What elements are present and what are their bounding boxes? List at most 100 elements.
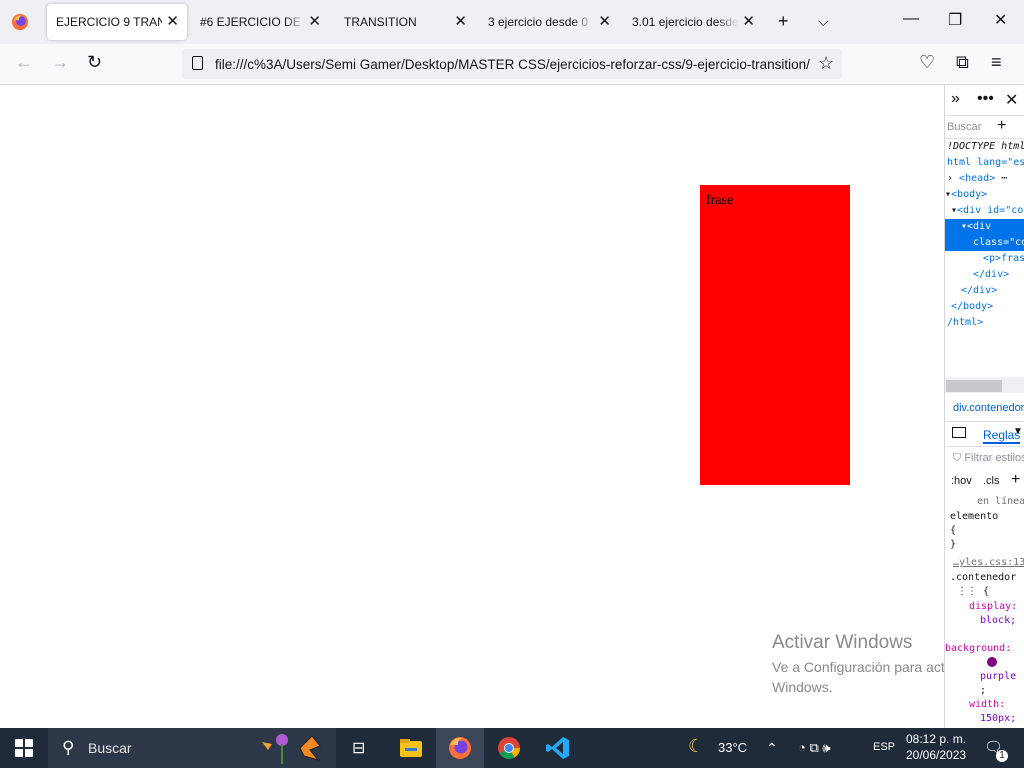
code-line[interactable]: <p>frase [945, 251, 1024, 267]
close-icon[interactable]: ✕ [308, 14, 321, 29]
close-icon[interactable]: ✕ [598, 14, 611, 29]
more-tools-chevron-icon[interactable]: » [951, 90, 960, 108]
windows-taskbar: ⚲ Buscar ⊟ ☾ 33°C ⌃ ◔ ⧉ 🕪 ESP 08:12 p. m… [0, 728, 1024, 768]
add-node-plus-icon[interactable]: + [997, 117, 1006, 135]
firefox-taskbar-icon[interactable] [446, 734, 474, 762]
code-line[interactable]: /html> [945, 315, 1024, 331]
tab-strip: EJERCICIO 9 TRANSITION ✕ #6 EJERCICIO DE… [0, 0, 1024, 44]
tab-label: EJERCICIO 9 TRANSITION [56, 15, 162, 29]
value-width[interactable]: 150px; [980, 712, 1016, 726]
cls-button[interactable]: .cls [983, 475, 1000, 487]
semicolon: ; [980, 685, 987, 696]
temperature[interactable]: 33°C [718, 740, 747, 755]
filter-styles-input[interactable]: ⛉ Filtrar estilos [953, 452, 1024, 465]
breadcrumb[interactable]: div.contenedor [953, 402, 1024, 414]
scrollbar-thumb[interactable] [946, 380, 1002, 392]
selected-node-class[interactable]: class="co [945, 235, 1024, 251]
add-rule-plus-icon[interactable]: + [1011, 471, 1020, 489]
search-label: Buscar [88, 740, 132, 756]
clock[interactable]: 08:12 p. m. 20/06/2023 [906, 731, 966, 763]
extensions-icon[interactable]: ⧉ [956, 53, 969, 71]
bookmark-star-icon[interactable]: ☆ [818, 53, 834, 74]
search-icon: ⚲ [62, 738, 75, 757]
close-devtools-icon[interactable]: ✕ [1005, 90, 1018, 110]
time: 08:12 p. m. [906, 732, 967, 746]
toggle-sidebar-icon[interactable] [952, 427, 966, 438]
tray-chevron-icon[interactable]: ⌃ [766, 740, 778, 757]
tab-ejercicio-3-01[interactable]: 3.01 ejercicio desde 0 ✕ [623, 4, 763, 40]
color-swatch-icon[interactable] [979, 656, 997, 670]
element-selector: elemento [950, 511, 999, 522]
hov-button[interactable]: :hov [951, 475, 972, 487]
code-line[interactable]: html lang="es" [945, 155, 1024, 171]
restore-icon[interactable]: ❐ [948, 10, 962, 30]
page-viewport: frase Activar Windows Ve a Configuración… [0, 85, 967, 728]
prop-background[interactable]: background: [945, 642, 1011, 656]
tab-list-chevron-icon[interactable]: ⌵ [818, 12, 829, 30]
vscode-icon[interactable] [544, 734, 572, 762]
code-line[interactable]: !DOCTYPE html [945, 139, 1024, 155]
task-view-icon[interactable]: ⊟ [352, 738, 365, 758]
more-options-icon[interactable]: ••• [977, 90, 994, 108]
tab-label: TRANSITION [344, 15, 417, 29]
menu-icon[interactable]: ≡ [991, 53, 1002, 71]
minimize-icon[interactable]: — [903, 10, 919, 28]
box-text: frase [706, 193, 734, 208]
code-line[interactable]: ▾<body> [945, 187, 1024, 203]
stylesheet-link[interactable]: …yles.css:13 [953, 556, 1024, 570]
activation-subtitle: Ve a Configuración para activar Windows. [772, 659, 968, 695]
code-line[interactable]: › <head> ⋯ [945, 171, 1024, 187]
url-text[interactable]: file:///c%3A/Users/Semi Gamer/Desktop/MA… [215, 57, 810, 72]
inline-label: en línea [977, 496, 1024, 507]
brace-open: { [950, 525, 957, 536]
address-bar[interactable]: file:///c%3A/Users/Semi Gamer/Desktop/MA… [182, 49, 842, 79]
search-placeholder: Buscar [947, 121, 982, 133]
language-indicator[interactable]: ESP [873, 741, 895, 753]
rules-tabbar: Reglas ▼ [945, 421, 1024, 447]
new-tab-plus-icon[interactable]: + [778, 12, 789, 30]
prop-width[interactable]: width: [969, 698, 1005, 712]
system-tray-icons[interactable]: ◔ ⧉ 🕪 [798, 740, 831, 756]
forward-arrow-icon[interactable]: → [51, 53, 69, 71]
close-icon[interactable]: ✕ [454, 14, 467, 29]
value-background[interactable]: purple [980, 670, 1016, 684]
value-display[interactable]: block; [980, 614, 1016, 628]
horizontal-scrollbar[interactable] [945, 377, 1024, 393]
html-search[interactable]: Buscar + [945, 115, 1024, 139]
devtools-toolbar: » ••• ✕ [945, 85, 1024, 113]
code-line[interactable]: </div> [945, 283, 1024, 299]
markup-view[interactable]: !DOCTYPE html html lang="es" › <head> ⋯ … [945, 139, 1024, 331]
weather-moon-icon[interactable]: ☾ [688, 736, 704, 757]
tab-label: 3 ejercicio desde 0 [488, 15, 589, 29]
tab-label: #6 EJERCICIO DE CSS [200, 15, 306, 29]
close-window-icon[interactable]: ✕ [994, 10, 1007, 30]
red-box: frase [700, 185, 850, 485]
selected-node[interactable]: ▾<div [945, 219, 1024, 235]
firefox-icon[interactable] [11, 13, 29, 31]
date: 20/06/2023 [906, 748, 967, 762]
dropdown-arrow-icon[interactable]: ▼ [1013, 426, 1023, 437]
prop-display[interactable]: display: [969, 600, 1017, 614]
tab-label: 3.01 ejercicio desde 0 [632, 15, 738, 29]
taskbar-search[interactable]: ⚲ Buscar [48, 728, 336, 768]
back-arrow-icon[interactable]: ← [15, 53, 33, 71]
code-line[interactable]: ▾<div id="cont" [945, 203, 1024, 219]
tab-ejercicio-9[interactable]: EJERCICIO 9 TRANSITION ✕ [47, 4, 187, 40]
close-icon[interactable]: ✕ [742, 14, 755, 29]
windows-start-icon[interactable] [15, 739, 33, 757]
filter-icon: ⛉ [953, 452, 965, 464]
filter-placeholder: Filtrar estilos [964, 452, 1024, 464]
chrome-icon[interactable] [495, 734, 523, 762]
brace-close: } [950, 539, 957, 550]
tab-ejercicio-6[interactable]: #6 EJERCICIO DE CSS ✕ [191, 4, 329, 40]
tab-transition[interactable]: TRANSITION ✕ [335, 4, 475, 40]
code-line[interactable]: </body> [945, 299, 1024, 315]
navigation-bar: ← → ↻ file:///c%3A/Users/Semi Gamer/Desk… [0, 44, 1024, 85]
file-explorer-icon[interactable] [397, 734, 425, 762]
pocket-icon[interactable]: ♡ [919, 53, 935, 71]
code-line[interactable]: </div> [945, 267, 1024, 283]
reload-icon[interactable]: ↻ [87, 53, 102, 71]
close-icon[interactable]: ✕ [166, 14, 179, 29]
tab-ejercicio-3[interactable]: 3 ejercicio desde 0 ✕ [479, 4, 619, 40]
butterfly-flowers-icon [262, 734, 321, 764]
